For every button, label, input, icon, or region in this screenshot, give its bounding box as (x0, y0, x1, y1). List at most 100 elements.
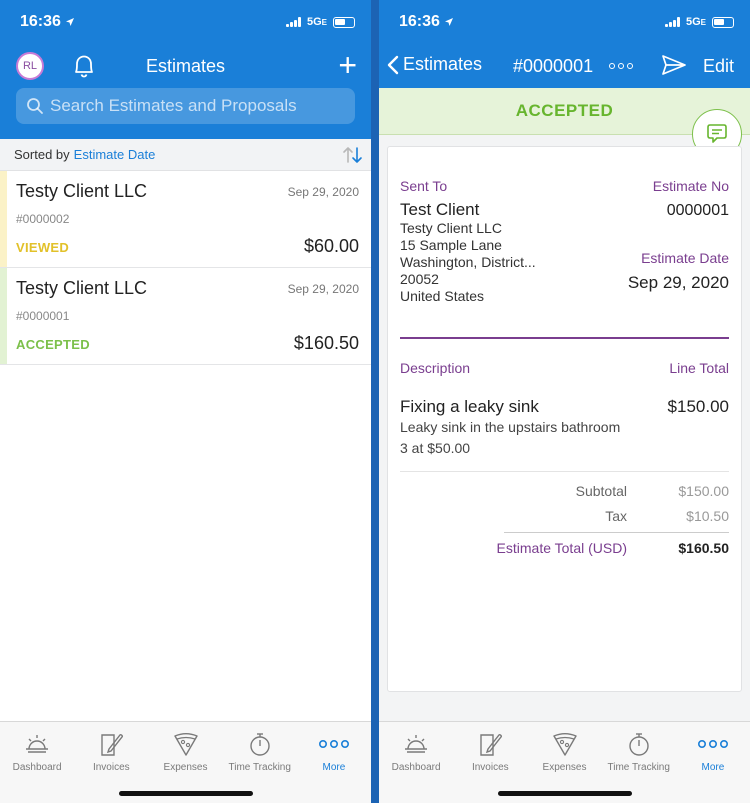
nav-bar: RL Estimates + (0, 44, 371, 88)
tab-label: Time Tracking (607, 762, 670, 773)
back-label: Estimates (403, 54, 483, 74)
battery-icon (712, 16, 734, 28)
sort-row[interactable]: Sorted by Estimate Date (0, 139, 371, 171)
invoice-quill-icon (480, 734, 503, 756)
tab-label: Invoices (92, 762, 130, 773)
more-options-icon[interactable] (609, 63, 633, 69)
tab-label: Dashboard (12, 762, 62, 773)
tab-more[interactable]: More (676, 722, 750, 803)
status-time-group: 16:36 (20, 13, 75, 31)
tax-label: Tax (605, 508, 627, 524)
status-right: 5GE (664, 16, 734, 28)
line-item-description: Leaky sink in the upstairs bathroom (400, 419, 621, 435)
signal-icon (285, 17, 301, 27)
page-title: #0000001 (513, 56, 594, 76)
subtotal-label: Subtotal (575, 483, 627, 499)
sort-prefix: Sorted by (14, 147, 70, 162)
tab-label: Invoices (471, 762, 509, 773)
expenses-pizza-icon (173, 733, 198, 756)
estimate-total-value: $160.50 (678, 540, 729, 556)
status-time: 16:36 (20, 13, 61, 30)
bell-icon[interactable] (72, 53, 96, 79)
tab-dashboard[interactable]: Dashboard (379, 722, 453, 803)
list-item[interactable]: Testy Client LLC Sep 29, 2020 #0000002 V… (0, 171, 371, 268)
tab-bar: Dashboard Invoices Expenses Time Trackin… (0, 721, 371, 803)
client-name: Test Client (400, 200, 480, 219)
tab-label: More (322, 762, 346, 773)
tax-value: $10.50 (686, 508, 729, 524)
add-estimate-button[interactable]: + (338, 49, 357, 81)
tab-dashboard[interactable]: Dashboard (0, 722, 74, 803)
address-line: Washington, District... (400, 254, 536, 270)
dashboard-sunrise-icon (26, 735, 49, 753)
description-header: Description (400, 360, 471, 376)
total-divider (504, 532, 729, 533)
estimate-total-label: Estimate Total (USD) (496, 540, 627, 556)
list-item[interactable]: Testy Client LLC Sep 29, 2020 #0000001 A… (0, 268, 371, 365)
back-button[interactable]: Estimates (387, 54, 482, 75)
status-time-group: 16:36 (399, 13, 454, 31)
stopwatch-icon (250, 733, 270, 756)
line-item-quantity: 3 at $50.00 (400, 440, 471, 456)
status-color-bar (0, 171, 7, 267)
estimate-number: #0000001 (16, 309, 70, 323)
search-icon (27, 98, 43, 114)
status-right: 5GE (285, 16, 355, 28)
home-indicator[interactable] (497, 791, 632, 796)
nav-bar: Estimates #0000001 Edit (379, 44, 750, 88)
sort-value[interactable]: Estimate Date (74, 147, 156, 162)
sent-to-label: Sent To (400, 178, 448, 194)
estimate-amount: $160.50 (293, 333, 359, 353)
location-arrow-icon (444, 18, 453, 26)
estimate-date: Sep 29, 2020 (287, 282, 359, 296)
tab-label: Dashboard (391, 762, 441, 773)
sort-direction-icon[interactable] (341, 146, 365, 164)
estimate-card: Sent To Estimate No Test Client Testy Cl… (387, 146, 742, 692)
home-indicator[interactable] (118, 791, 253, 796)
line-divider (400, 471, 729, 472)
estimate-detail-screen: 16:36 5GE Estimates #0000001 Edit ACCEPT… (379, 0, 750, 803)
network-label: 5GE (685, 16, 706, 28)
estimate-number: 0000001 (666, 202, 729, 219)
line-total-header: Line Total (669, 360, 729, 376)
address-line: United States (400, 288, 485, 304)
status-color-bar (0, 268, 7, 364)
edit-button[interactable]: Edit (703, 56, 734, 77)
address-line: Testy Client LLC (400, 220, 502, 236)
location-arrow-icon (65, 18, 74, 26)
estimate-date-label: Estimate Date (641, 250, 729, 266)
comment-bubble-icon (707, 124, 727, 143)
invoice-quill-icon (101, 734, 124, 756)
more-dots-icon (697, 739, 728, 749)
avatar[interactable]: RL (16, 52, 44, 80)
estimate-date: Sep 29, 2020 (627, 273, 729, 292)
client-address: Testy Client LLC 15 Sample Lane Washingt… (400, 220, 536, 305)
screen-divider (371, 0, 379, 803)
estimate-date: Sep 29, 2020 (287, 185, 359, 199)
line-item-name: Fixing a leaky sink (400, 397, 539, 416)
network-label: 5GE (306, 16, 327, 28)
tab-bar: Dashboard Invoices Expenses Time Trackin… (379, 721, 750, 803)
estimate-no-label: Estimate No (652, 178, 729, 194)
signal-icon (664, 17, 680, 27)
status-badge: ACCEPTED (16, 337, 90, 352)
status-bar: 16:36 5GE (379, 0, 750, 44)
status-banner: ACCEPTED (379, 88, 750, 159)
send-icon[interactable] (661, 54, 687, 76)
tab-label: More (701, 762, 725, 773)
address-line: 15 Sample Lane (400, 237, 502, 253)
search-input[interactable]: Search Estimates and Proposals (16, 88, 355, 124)
stopwatch-icon (629, 733, 649, 756)
status-time: 16:36 (399, 13, 440, 30)
address-line: 20052 (400, 271, 439, 287)
tab-more[interactable]: More (297, 722, 371, 803)
tab-label: Expenses (542, 762, 587, 773)
expenses-pizza-icon (552, 733, 577, 756)
status-banner-label: ACCEPTED (515, 101, 614, 120)
search-placeholder: Search Estimates and Proposals (50, 96, 297, 115)
battery-icon (333, 16, 355, 28)
page-title: Estimates (145, 55, 226, 76)
search-area: Search Estimates and Proposals (0, 88, 371, 139)
section-divider (400, 337, 729, 339)
estimate-amount: $60.00 (303, 236, 359, 256)
